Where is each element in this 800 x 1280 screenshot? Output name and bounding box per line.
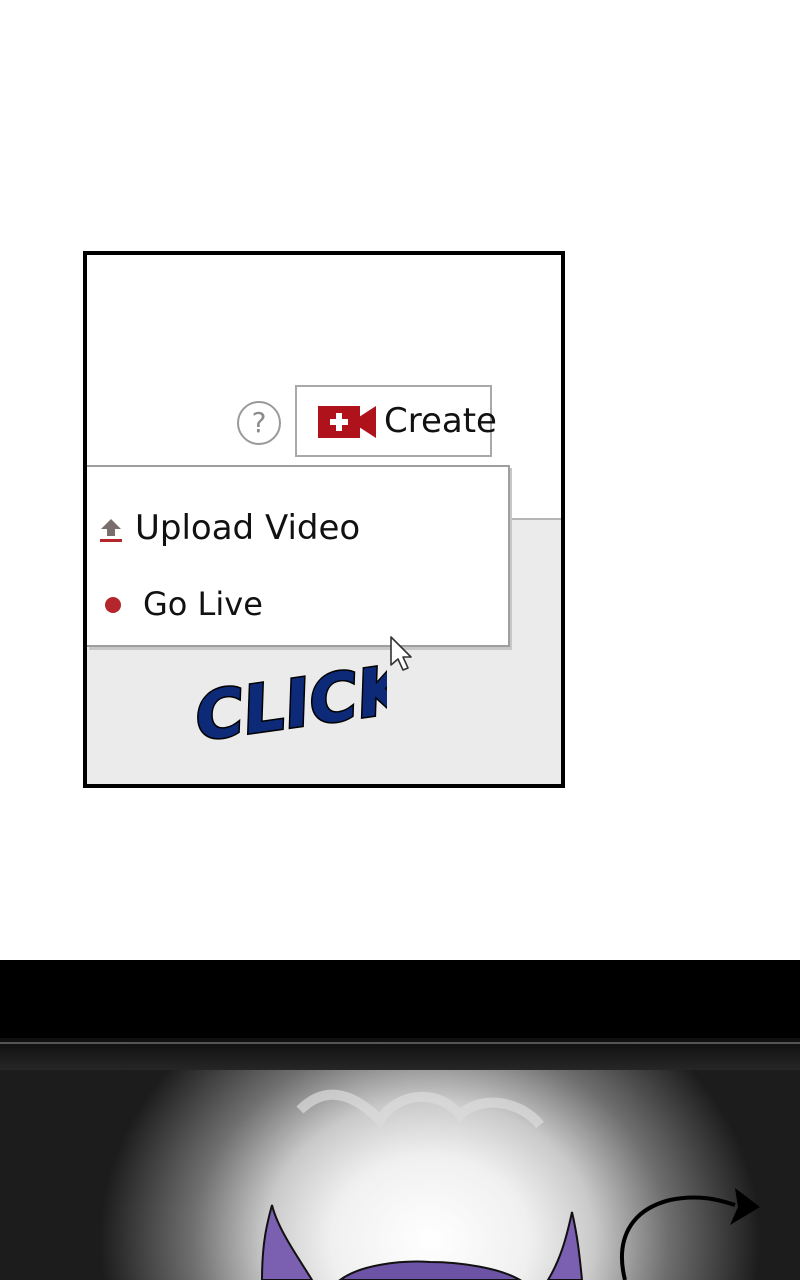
dark-comic-panel [0, 960, 800, 1280]
go-live-label: Go Live [143, 585, 263, 623]
comic-panel: ? Create Upload Video Go Live CLICK [83, 251, 565, 788]
character-illustration [260, 1089, 760, 1280]
create-label: Create [384, 401, 497, 441]
help-icon[interactable]: ? [237, 401, 281, 445]
comic-page: ? Create Upload Video Go Live CLICK [0, 0, 800, 1280]
left-horn-icon [260, 1204, 314, 1280]
menu-item-go-live[interactable]: Go Live [87, 577, 508, 637]
create-button[interactable]: Create [295, 385, 497, 457]
upload-icon [100, 519, 122, 542]
menu-item-upload-video[interactable]: Upload Video [87, 499, 508, 559]
upload-video-label: Upload Video [135, 508, 361, 548]
live-dot-icon [105, 597, 121, 613]
devil-tail-icon [620, 1195, 736, 1280]
dark-strip [0, 1042, 800, 1044]
right-horn-icon [546, 1211, 584, 1280]
click-sound-effect: CLICK [197, 647, 387, 743]
camera-plus-icon [318, 406, 376, 438]
mouse-pointer-icon [390, 636, 412, 671]
create-dropdown-menu: Upload Video Go Live [87, 465, 510, 647]
glow-scene [0, 1070, 800, 1280]
click-sound-effect-text: CLICK [197, 648, 387, 743]
